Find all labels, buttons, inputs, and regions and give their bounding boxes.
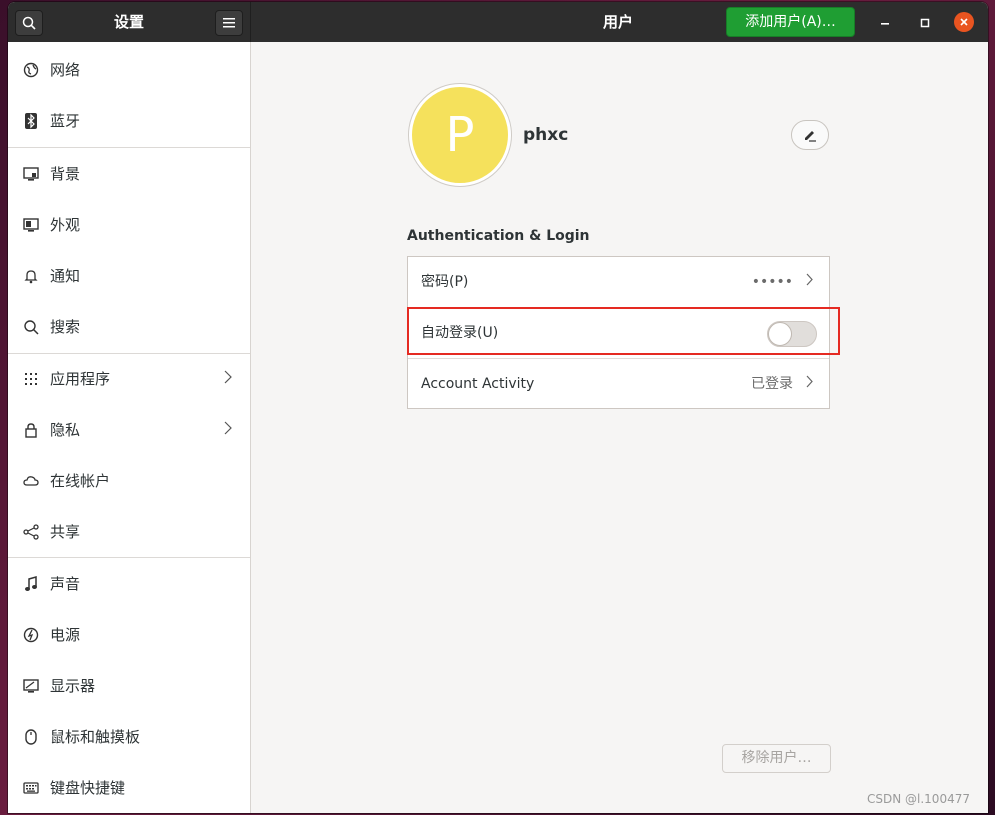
menu-button[interactable] [215, 10, 243, 36]
chevron-right-icon [224, 421, 232, 439]
apps-grid-icon [22, 370, 39, 387]
section-title: Authentication & Login [407, 228, 590, 244]
avatar: P [412, 87, 508, 183]
sidebar-item-label: 共享 [50, 523, 81, 541]
chevron-right-icon [224, 370, 232, 388]
add-user-button[interactable]: 添加用户(A)… [726, 7, 855, 37]
sidebar-item-displays[interactable]: 显示器 [8, 660, 250, 711]
sidebar-item-label: 键盘快捷键 [50, 779, 126, 797]
sidebar-item-search[interactable]: 搜索 [8, 301, 250, 352]
sidebar-item-label: 在线帐户 [50, 472, 111, 490]
account-activity-value: 已登录 [751, 376, 793, 392]
search-button[interactable] [15, 10, 43, 36]
sidebar-item-label: 声音 [50, 575, 81, 593]
user-avatar-button[interactable]: P [408, 83, 512, 187]
remove-user-button[interactable]: 移除用户… [722, 744, 831, 773]
search-icon [22, 16, 36, 30]
chevron-right-icon [806, 257, 813, 307]
keyboard-icon [22, 779, 39, 796]
settings-window: 设置 用户 添加用户(A)… 网络 蓝牙 背景 外观 通知 搜索 应用程序 隐私… [8, 2, 988, 813]
bell-icon [22, 267, 39, 284]
account-activity-row[interactable]: Account Activity 已登录 [408, 359, 829, 409]
watermark: CSDN @l.100477 [867, 792, 970, 806]
background-icon [22, 165, 39, 182]
sidebar-item-label: 鼠标和触摸板 [50, 728, 141, 746]
sidebar-item-sound[interactable]: 声音 [8, 558, 250, 609]
sidebar: 网络 蓝牙 背景 外观 通知 搜索 应用程序 隐私 在线帐户 共享 声音 电源 … [8, 42, 251, 813]
music-note-icon [22, 575, 39, 592]
minimize-icon [881, 23, 889, 25]
mouse-icon [22, 728, 39, 745]
sidebar-item-label: 网络 [50, 61, 81, 79]
bluetooth-icon [22, 112, 39, 129]
sidebar-item-background[interactable]: 背景 [8, 148, 250, 199]
sidebar-item-notifications[interactable]: 通知 [8, 250, 250, 301]
account-activity-label: Account Activity [421, 376, 535, 392]
hamburger-menu-icon [223, 18, 235, 28]
sidebar-item-label: 通知 [50, 267, 81, 285]
sidebar-item-appearance[interactable]: 外观 [8, 199, 250, 250]
sidebar-item-label: 蓝牙 [50, 112, 81, 130]
power-icon [22, 626, 39, 643]
auth-list: 密码(P) ••••• 自动登录(U) Account Activity 已登录 [407, 256, 830, 409]
sidebar-item-bluetooth[interactable]: 蓝牙 [8, 95, 250, 146]
appearance-icon [22, 216, 39, 233]
edit-name-button[interactable] [791, 120, 829, 150]
cloud-icon [22, 472, 39, 489]
sidebar-item-label: 电源 [50, 626, 81, 644]
close-icon [960, 18, 968, 26]
pencil-icon [805, 131, 816, 142]
sidebar-item-label: 外观 [50, 216, 81, 234]
switch-knob [768, 322, 792, 346]
sidebar-item-privacy[interactable]: 隐私 [8, 404, 250, 455]
sidebar-item-mouse-touchpad[interactable]: 鼠标和触摸板 [8, 711, 250, 762]
sidebar-item-network[interactable]: 网络 [8, 44, 250, 95]
password-label: 密码(P) [421, 274, 469, 290]
maximize-button[interactable] [914, 12, 936, 34]
sidebar-item-online-accounts[interactable]: 在线帐户 [8, 455, 250, 506]
sidebar-item-label: 应用程序 [50, 370, 111, 388]
autologin-switch[interactable] [767, 321, 817, 347]
sidebar-header: 设置 [8, 2, 251, 42]
close-button[interactable] [954, 12, 974, 32]
search-icon [22, 318, 39, 335]
autologin-label: 自动登录(U) [421, 325, 499, 341]
display-icon [22, 677, 39, 694]
user-name: phxc [523, 125, 569, 145]
page-title: 用户 [602, 13, 633, 31]
chevron-right-icon [806, 359, 813, 409]
autologin-row: 自动登录(U) [408, 308, 829, 358]
sidebar-item-sharing[interactable]: 共享 [8, 506, 250, 557]
password-value: ••••• [751, 274, 793, 290]
sidebar-item-applications[interactable]: 应用程序 [8, 353, 250, 404]
password-row[interactable]: 密码(P) ••••• [408, 257, 829, 307]
users-panel: P phxc Authentication & Login 密码(P) ••••… [251, 42, 988, 813]
minimize-button[interactable] [874, 12, 896, 34]
header-bar: 设置 用户 添加用户(A)… [8, 2, 988, 42]
share-icon [22, 523, 39, 540]
sidebar-item-label: 隐私 [50, 421, 81, 439]
globe-icon [22, 61, 39, 78]
sidebar-item-label: 显示器 [50, 677, 96, 695]
sidebar-title: 设置 [113, 13, 144, 31]
lock-icon [22, 421, 39, 438]
sidebar-item-keyboard-shortcuts[interactable]: 键盘快捷键 [8, 762, 250, 813]
sidebar-item-label: 背景 [50, 165, 81, 183]
sidebar-item-label: 搜索 [50, 318, 81, 336]
sidebar-item-power[interactable]: 电源 [8, 609, 250, 660]
maximize-icon [920, 18, 930, 28]
